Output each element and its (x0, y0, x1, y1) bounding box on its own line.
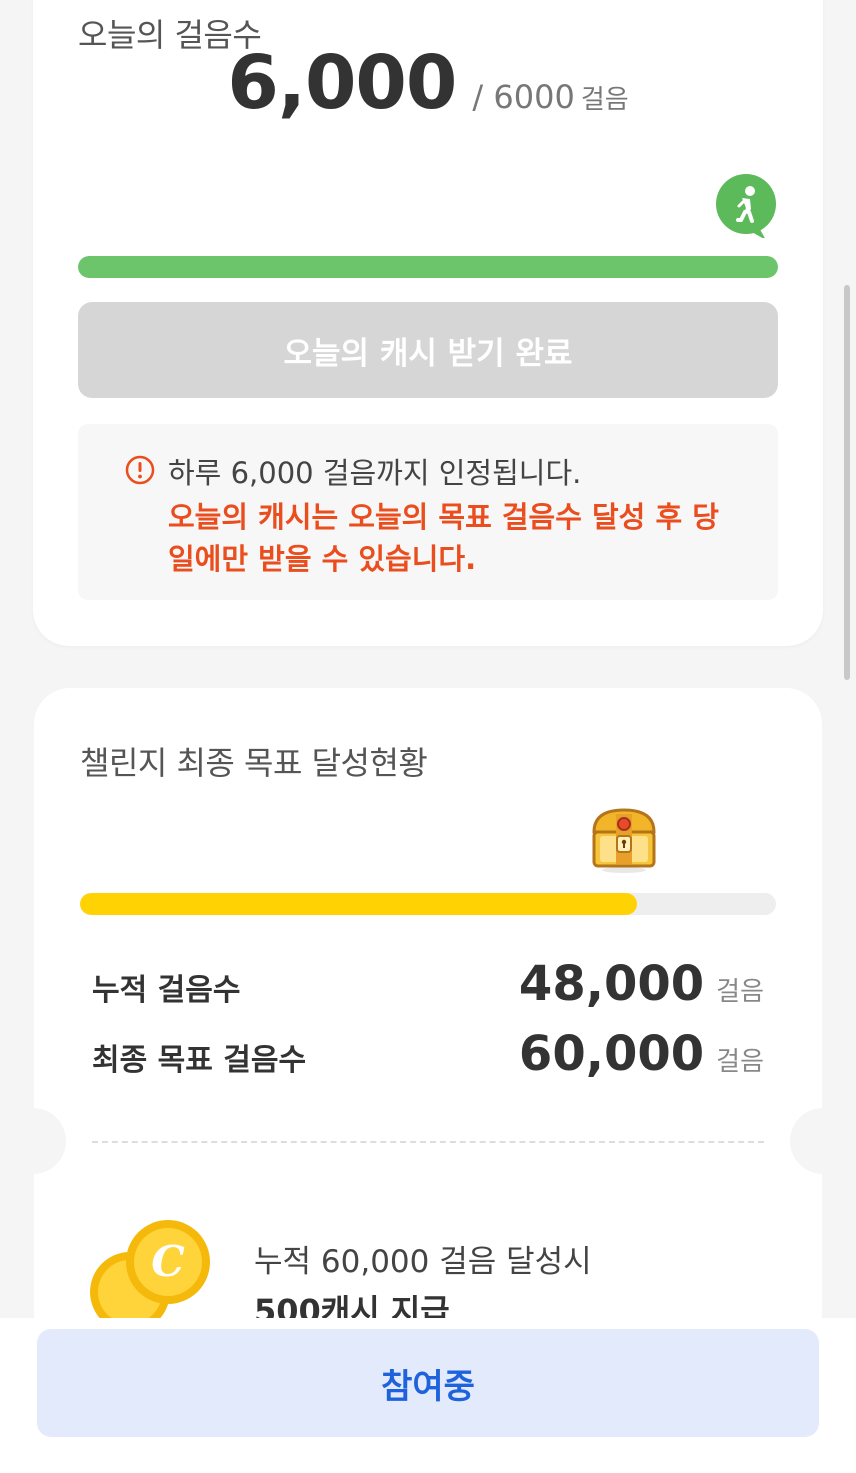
accumulated-steps-value-group: 48,000 걸음 (519, 956, 764, 1012)
notice-box: 하루 6,000 걸음까지 인정됩니다. 오늘의 캐시는 오늘의 목표 걸음수 … (78, 424, 778, 600)
receive-cash-button[interactable]: 오늘의 캐시 받기 완료 (78, 302, 778, 398)
accumulated-steps-unit: 걸음 (716, 977, 764, 1007)
reward-condition-text: 누적 60,000 걸음 달성시 (254, 1244, 592, 1280)
svg-text:C: C (151, 1237, 185, 1286)
notice-warning-text: 오늘의 캐시는 오늘의 목표 걸음수 달성 후 당일에만 받을 수 있습니다. (168, 500, 719, 576)
current-steps-value: 6,000 (227, 40, 457, 126)
final-goal-steps-value-group: 60,000 걸음 (519, 1026, 764, 1082)
challenge-title: 챌린지 최종 목표 달성현황 (80, 744, 428, 782)
accumulated-steps-value: 48,000 (518, 956, 705, 1012)
final-goal-steps-unit: 걸음 (716, 1047, 764, 1077)
challenge-status-card: 챌린지 최종 목표 달성현황 누적 걸음수 48,000 걸음 최종 목표 걸음… (0, 688, 856, 1388)
ticket-notch-right (790, 1108, 856, 1174)
steps-goal-unit: 걸음 (580, 85, 629, 115)
steps-goal-value: / 6000 (472, 78, 575, 116)
today-progress-fill (78, 256, 778, 278)
accumulated-steps-label: 누적 걸음수 (92, 973, 241, 1008)
challenge-progress-bar (80, 893, 776, 915)
scrollbar[interactable] (844, 285, 850, 680)
today-steps-card: 오늘의 걸음수 6,000 / 6000 걸음 오늘의 캐시 받기 완료 하루 6… (33, 0, 823, 646)
ticket-notch-left (0, 1108, 66, 1174)
steps-count-row: 6,000 / 6000 걸음 (33, 40, 823, 126)
final-goal-steps-row: 최종 목표 걸음수 60,000 걸음 (92, 1026, 764, 1082)
final-goal-steps-label: 최종 목표 걸음수 (92, 1043, 307, 1078)
treasure-chest-icon (586, 802, 662, 874)
final-goal-steps-value: 60,000 (518, 1026, 705, 1082)
gold-coins-icon: C (82, 1218, 214, 1332)
today-progress-bar (78, 256, 778, 278)
walking-person-icon (714, 174, 778, 240)
alert-circle-icon (124, 454, 156, 486)
participating-button[interactable]: 참여중 (37, 1329, 819, 1437)
accumulated-steps-row: 누적 걸음수 48,000 걸음 (92, 956, 764, 1012)
challenge-progress-fill (80, 893, 637, 915)
notice-daily-limit-text: 하루 6,000 걸음까지 인정됩니다. (168, 456, 582, 490)
bottom-action-bar: 참여중 (0, 1318, 856, 1473)
steps-goal: / 6000 걸음 (472, 78, 628, 116)
dashed-divider (92, 1141, 764, 1143)
